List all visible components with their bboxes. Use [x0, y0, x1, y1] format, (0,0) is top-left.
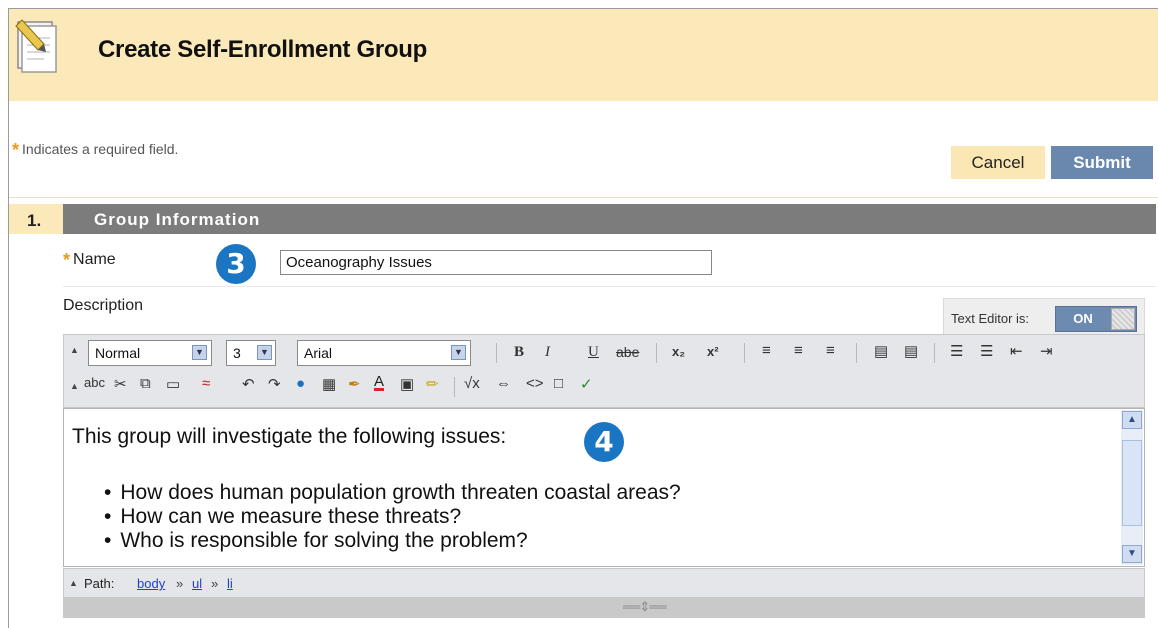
numbered-list-icon[interactable]: ☰ [950, 342, 963, 360]
subscript-button[interactable]: x₂ [672, 344, 685, 359]
toggle-knob[interactable] [1111, 308, 1135, 330]
strikethrough-button[interactable]: abe [616, 344, 639, 360]
underline-button[interactable]: U [588, 344, 599, 361]
draw-icon[interactable]: ✒ [348, 375, 361, 393]
description-label: Description [63, 297, 144, 314]
name-label: * Name [63, 250, 116, 271]
path-link-li[interactable]: li [227, 576, 233, 591]
insert-link-icon[interactable]: ● [296, 375, 305, 392]
size-select-value: 3 [233, 345, 241, 361]
text-editor-label: Text Editor is: [951, 311, 1030, 326]
align-right-icon[interactable]: ≡ [826, 342, 835, 359]
paste-word-icon[interactable]: ▤ [904, 342, 918, 360]
math-equation-icon[interactable]: √x [464, 375, 480, 392]
indent-icon[interactable]: ⇥ [1040, 342, 1053, 360]
mashup-icon[interactable]: ⇔ [496, 375, 511, 392]
separator [454, 377, 455, 397]
spellcheck-button[interactable]: abc [84, 375, 105, 390]
editor-scrollbar[interactable]: ▲ ▼ [1121, 410, 1143, 565]
cancel-button[interactable]: Cancel [951, 146, 1045, 179]
list-item: How does human population growth threate… [104, 481, 680, 505]
separator [496, 343, 497, 363]
format-dropdown-arrow-icon[interactable]: ▼ [192, 345, 207, 360]
editor-resize-handle[interactable]: ══⇕══ [63, 598, 1145, 618]
divider [9, 197, 1158, 198]
editor-intro: This group will investigate the followin… [72, 425, 507, 448]
paste-text-icon[interactable]: ▤ [874, 342, 888, 360]
editor-toolbar: ▲ Normal ▼ 3 ▼ Arial ▼ B I U abe x₂ x² ≡… [63, 334, 1145, 408]
size-dropdown-arrow-icon[interactable]: ▼ [257, 345, 272, 360]
list-item: How can we measure these threats? [104, 505, 681, 529]
font-dropdown-arrow-icon[interactable]: ▼ [451, 345, 466, 360]
undo-icon[interactable]: ↶ [242, 375, 255, 393]
document-pencil-icon [15, 19, 57, 73]
format-select-value: Normal [95, 345, 141, 361]
name-input[interactable] [280, 250, 712, 275]
required-note-text: Indicates a required field. [22, 141, 179, 157]
bold-button[interactable]: B [514, 344, 524, 361]
required-star-icon: * [12, 140, 20, 160]
path-link-ul[interactable]: ul [192, 576, 202, 591]
unlink-icon[interactable]: ≈ [202, 375, 210, 392]
collapse-path-icon[interactable]: ▲ [69, 578, 78, 588]
paste-icon[interactable]: ▭ [166, 375, 180, 393]
required-star-icon: * [63, 250, 71, 270]
html-source-icon[interactable]: <> [526, 375, 544, 392]
insert-media-icon[interactable]: ▣ [400, 375, 414, 393]
preview-icon[interactable]: □ [554, 375, 563, 392]
align-left-icon[interactable]: ≡ [762, 342, 771, 359]
highlight-icon[interactable]: ✏ [426, 375, 439, 393]
separator [934, 343, 935, 363]
superscript-button[interactable]: x² [707, 344, 719, 359]
font-select[interactable]: Arial [297, 340, 471, 366]
list-item: Who is responsible for solving the probl… [104, 529, 681, 553]
scroll-up-icon[interactable]: ▲ [1122, 411, 1142, 429]
font-select-value: Arial [304, 345, 333, 361]
section-number: 1. [27, 211, 42, 230]
separator [856, 343, 857, 363]
scroll-down-icon[interactable]: ▼ [1122, 545, 1142, 563]
italic-button[interactable]: I [545, 344, 550, 361]
separator [744, 343, 745, 363]
path-link-body[interactable]: body [137, 576, 165, 591]
name-label-text: Name [73, 251, 116, 268]
collapse-toolbar-icon[interactable]: ▲ [70, 345, 79, 355]
submit-button[interactable]: Submit [1051, 146, 1153, 179]
scroll-thumb[interactable] [1122, 440, 1142, 526]
step-callout-4: 4 [584, 422, 624, 462]
required-field-note: * Indicates a required field. [12, 140, 178, 161]
page-title: Create Self-Enrollment Group [98, 36, 427, 63]
copy-icon[interactable]: ⧉ [140, 375, 151, 392]
spellcheck-check-icon[interactable]: ✓ [580, 375, 593, 393]
step-callout-3: 3 [216, 244, 256, 284]
path-separator: » [176, 576, 184, 591]
insert-table-icon[interactable]: ▦ [322, 375, 336, 393]
cut-icon[interactable]: ✂ [114, 375, 127, 393]
resize-grip-icon[interactable]: ══⇕══ [623, 599, 667, 615]
divider [63, 286, 1156, 287]
separator [656, 343, 657, 363]
align-center-icon[interactable]: ≡ [794, 342, 803, 359]
section-title: Group Information [94, 210, 261, 229]
outdent-icon[interactable]: ⇤ [1010, 342, 1023, 360]
editor-path-bar: ▲ Path: body » ul » li [63, 568, 1145, 598]
path-label: Path: [84, 576, 115, 591]
redo-icon[interactable]: ↷ [268, 375, 281, 393]
text-color-icon[interactable]: A [374, 373, 384, 390]
path-separator: » [211, 576, 219, 591]
collapse-row2-icon[interactable]: ▲ [70, 381, 79, 391]
editor-bullet-list: How does human population growth threate… [104, 481, 681, 553]
text-editor-state[interactable]: ON [1057, 307, 1109, 331]
bulleted-list-icon[interactable]: ☰ [980, 342, 993, 360]
